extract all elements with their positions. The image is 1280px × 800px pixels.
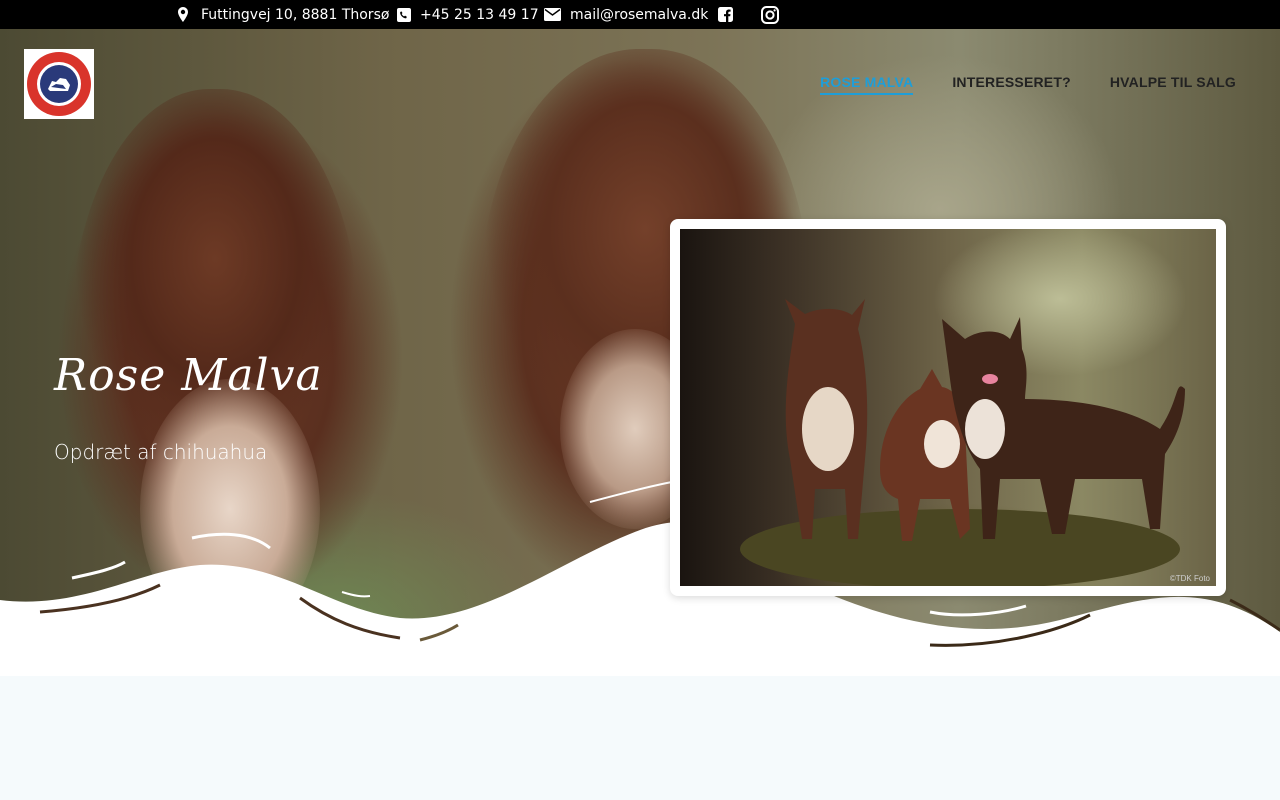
email-item[interactable]: mail@rosemalva.dk bbox=[544, 0, 708, 29]
photo-credit: ©TDK Foto bbox=[1169, 574, 1210, 583]
nav-item-hvalpe-til-salg[interactable]: HVALPE TIL SALG bbox=[1110, 74, 1236, 95]
phone-icon bbox=[397, 7, 411, 22]
content-section bbox=[0, 676, 1280, 800]
phone-text[interactable]: +45 25 13 49 17 bbox=[420, 7, 539, 23]
address-item: Futtingvej 10, 8881 Thorsø bbox=[178, 0, 389, 29]
nav-item-interesseret[interactable]: INTERESSERET? bbox=[952, 74, 1071, 95]
dkk-badge-icon bbox=[27, 52, 91, 116]
featured-photo-card: ©TDK Foto bbox=[670, 219, 1226, 596]
phone-item[interactable]: +45 25 13 49 17 bbox=[397, 0, 539, 29]
main-navigation: ROSE MALVA INTERESSERET? HVALPE TIL SALG bbox=[820, 74, 1236, 95]
instagram-link[interactable] bbox=[761, 0, 779, 29]
map-marker-icon bbox=[178, 7, 188, 22]
address-text: Futtingvej 10, 8881 Thorsø bbox=[201, 6, 390, 23]
instagram-icon[interactable] bbox=[761, 5, 779, 24]
facebook-link[interactable] bbox=[718, 0, 733, 29]
hero-subtitle: Opdræt af chihuahua bbox=[54, 440, 268, 464]
chihuahuas-illustration bbox=[740, 299, 1185, 586]
three-chihuahuas-photo: ©TDK Foto bbox=[680, 229, 1216, 586]
nav-item-rose-malva[interactable]: ROSE MALVA bbox=[820, 74, 914, 95]
contact-bar: Futtingvej 10, 8881 Thorsø +45 25 13 49 … bbox=[0, 0, 1280, 29]
hero-title: Rose Malva bbox=[54, 350, 323, 401]
facebook-icon[interactable] bbox=[718, 7, 733, 22]
envelope-icon bbox=[544, 8, 561, 21]
dkk-logo[interactable] bbox=[24, 49, 94, 119]
email-text[interactable]: mail@rosemalva.dk bbox=[570, 7, 708, 23]
